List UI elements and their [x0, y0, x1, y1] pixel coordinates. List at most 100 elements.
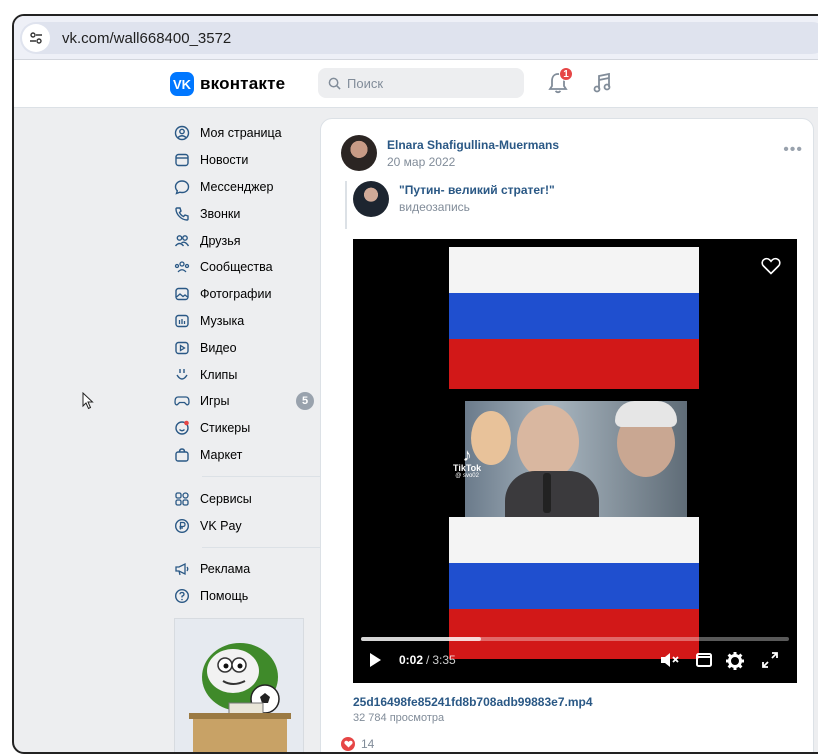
sidebar-item-photos[interactable]: Фотографии	[174, 281, 314, 308]
play-button[interactable]	[367, 651, 383, 669]
friends-icon	[174, 233, 190, 249]
video-time: 0:02 / 3:35	[399, 653, 456, 667]
repost-avatar[interactable]	[353, 181, 389, 217]
sidebar-item-calls[interactable]: Звонки	[174, 200, 314, 227]
photos-icon	[174, 286, 190, 302]
video-progress-fill	[361, 637, 481, 641]
post-date[interactable]: 20 мар 2022	[387, 155, 455, 169]
sidebar-item-stickers[interactable]: Стикеры	[174, 415, 314, 442]
games-count-badge: 5	[296, 392, 314, 411]
music-note-icon	[593, 72, 611, 93]
wall-post: Elnara Shafigullina-Muermans 20 мар 2022…	[320, 118, 814, 752]
sidebar-item-vkpay[interactable]: VK Pay	[174, 512, 314, 539]
sidebar-item-label: Игры	[200, 394, 230, 409]
sidebar-item-label: Сервисы	[200, 491, 252, 506]
fullscreen-button[interactable]	[761, 651, 779, 669]
post-author-name[interactable]: Elnara Shafigullina-Muermans	[387, 138, 559, 152]
sidebar-item-market[interactable]: Маркет	[174, 442, 314, 469]
sidebar-item-label: VK Pay	[200, 518, 242, 533]
mouse-cursor-icon	[82, 391, 94, 415]
sidebar-item-services[interactable]: Сервисы	[174, 485, 314, 512]
tiktok-label: TikTok	[453, 463, 482, 473]
video-icon	[174, 340, 190, 356]
miniplayer-button[interactable]	[695, 651, 713, 669]
search-icon	[328, 77, 341, 90]
sidebar-item-label: Клипы	[200, 367, 238, 382]
miniplayer-icon	[696, 653, 712, 667]
video-time-separator: /	[426, 653, 430, 667]
sidebar-item-label: Мессенджер	[200, 179, 274, 194]
sidebar-item-label: Помощь	[200, 589, 249, 604]
sidebar-item-label: Видео	[200, 340, 237, 355]
like-video-button[interactable]	[761, 257, 781, 280]
sidebar-item-news[interactable]: Новости	[174, 147, 314, 174]
likes-count: 14	[361, 737, 375, 751]
sidebar-item-label: Реклама	[200, 562, 251, 577]
heart-filled-icon	[341, 737, 355, 751]
market-icon	[174, 447, 190, 463]
search-placeholder: Поиск	[347, 75, 384, 91]
user-circle-icon	[174, 125, 190, 141]
sidebar-item-label: Сообщества	[200, 260, 273, 275]
video-views: 32 784 просмотра	[353, 712, 445, 724]
sidebar-item-clips[interactable]: Клипы	[174, 361, 314, 388]
vk-logo-icon: VK	[170, 72, 194, 96]
repost-subtitle: видеозапись	[399, 200, 470, 214]
help-icon	[174, 588, 190, 604]
search-input[interactable]: Поиск	[318, 68, 524, 98]
video-player[interactable]: ♪ TikTok @ svo02 0:02 / 3:35	[353, 239, 797, 683]
ad-banner-image[interactable]	[174, 618, 304, 752]
sidebar-item-ads[interactable]: Реклама	[174, 556, 314, 583]
sidebar-item-communities[interactable]: Сообщества	[174, 254, 314, 281]
heart-outline-icon	[761, 257, 781, 275]
sidebar-item-help[interactable]: Помощь	[174, 583, 314, 610]
games-icon	[174, 393, 190, 409]
more-options-icon[interactable]: •••	[783, 141, 803, 159]
vk-logo-text: вконтакте	[200, 74, 286, 93]
site-settings-icon[interactable]	[22, 24, 50, 52]
video-frame-crowd	[465, 401, 687, 527]
sidebar-item-label: Звонки	[200, 206, 241, 221]
browser-address-bar: vk.com/wall668400_3572	[14, 16, 818, 60]
video-filename-link[interactable]: 25d16498fe85241fd8b708adb99883e7.mp4	[353, 695, 593, 709]
sidebar-item-label: Моя страница	[200, 126, 282, 141]
author-avatar[interactable]	[341, 135, 377, 171]
post-likes[interactable]: 14	[341, 737, 374, 751]
repost-title[interactable]: "Путин- великий стратег!"	[399, 183, 555, 197]
left-sidebar: Моя страница Новости Мессенджер Звонки Д…	[174, 120, 334, 610]
video-frame-flag-top	[449, 247, 699, 389]
gear-icon	[726, 652, 744, 670]
url-field[interactable]: vk.com/wall668400_3572	[20, 22, 818, 54]
sidebar-divider	[202, 546, 334, 548]
sidebar-item-messenger[interactable]: Мессенджер	[174, 174, 314, 201]
notifications-button[interactable]: 1	[548, 67, 573, 99]
clips-icon	[174, 367, 190, 383]
vk-logo[interactable]: VK вконтакте	[170, 72, 285, 96]
tiktok-handle: @ svo02	[455, 473, 479, 479]
browser-window: vk.com/wall668400_3572 VK вконтакте Поис…	[12, 14, 818, 754]
volume-muted-icon	[661, 653, 679, 667]
music-player-button[interactable]	[592, 72, 612, 99]
sidebar-item-my-page[interactable]: Моя страница	[174, 120, 314, 147]
vkpay-icon	[174, 518, 190, 534]
repost-divider	[345, 181, 347, 229]
sidebar-item-video[interactable]: Видео	[174, 334, 314, 361]
mute-button[interactable]	[659, 651, 681, 669]
url-text[interactable]: vk.com/wall668400_3572	[62, 30, 231, 47]
communities-icon	[174, 259, 190, 275]
settings-button[interactable]	[725, 651, 745, 671]
tiktok-watermark: ♪ TikTok @ svo02	[453, 445, 482, 479]
sidebar-item-games[interactable]: Игры 5	[174, 388, 314, 415]
sidebar-item-label: Друзья	[200, 233, 241, 248]
video-time-total: 3:35	[432, 653, 456, 667]
sidebar-item-music[interactable]: Музыка	[174, 308, 314, 335]
sidebar-item-friends[interactable]: Друзья	[174, 227, 314, 254]
video-progress-bar[interactable]	[361, 637, 789, 641]
chat-icon	[174, 179, 190, 195]
sidebar-item-label: Новости	[200, 153, 249, 168]
video-time-current: 0:02	[399, 653, 424, 667]
play-icon	[370, 653, 381, 667]
sidebar-item-label: Стикеры	[200, 421, 251, 436]
vk-header: VK вконтакте Поиск 1	[14, 60, 818, 108]
sidebar-item-label: Фотографии	[200, 287, 272, 302]
